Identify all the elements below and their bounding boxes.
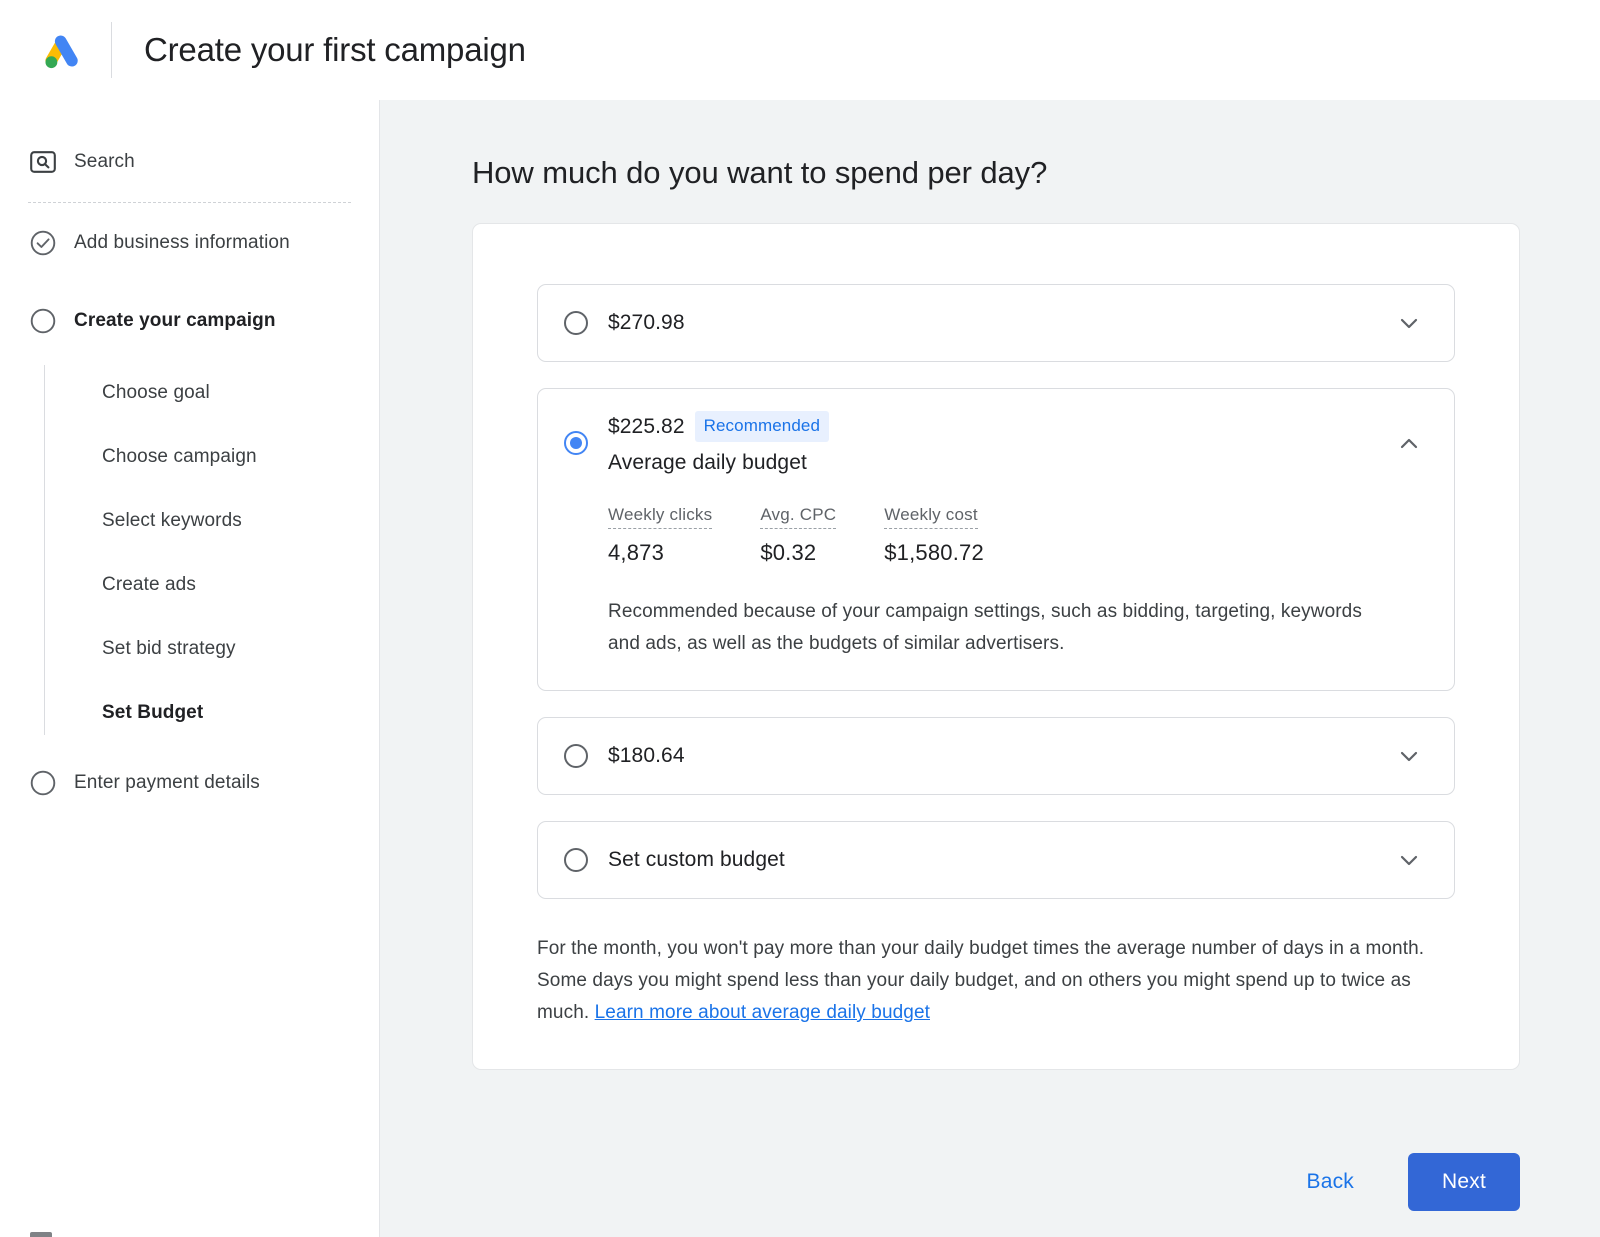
chevron-down-icon[interactable] [1392,843,1426,877]
budget-disclaimer: For the month, you won't pay more than y… [537,933,1455,1029]
stat-weekly-cost-label[interactable]: Weekly cost [884,505,978,529]
sidebar-substep-create-ads[interactable]: Create ads [44,553,379,617]
section-heading: How much do you want to spend per day? [472,155,1520,191]
sidebar-substep-choose-goal-label: Choose goal [102,382,210,404]
sidebar-divider [28,202,351,203]
budget-option-recommended-amount: $225.82 [608,415,685,439]
sidebar-substep-choose-campaign-label: Choose campaign [102,446,257,468]
budget-option-recommended-subtitle: Average daily budget [608,451,829,475]
header-divider [111,22,112,78]
budget-option-recommended-body: Weekly clicks 4,873 Avg. CPC $0.32 Weekl… [564,505,1426,690]
stat-avg-cpc-label[interactable]: Avg. CPC [760,505,836,529]
wizard-footer: Back Next [380,1127,1600,1237]
budget-option-recommended[interactable]: $225.82 Recommended Average daily budget [537,388,1455,691]
budget-option-recommended-title-row: $225.82 Recommended [608,411,829,442]
sidebar-substep-list: Choose goal Choose campaign Select keywo… [0,361,379,745]
sidebar-substep-set-bid-strategy-label: Set bid strategy [102,638,236,660]
learn-more-link[interactable]: Learn more about average daily budget [595,1002,930,1023]
back-button[interactable]: Back [1287,1156,1375,1208]
stat-weekly-clicks-value: 4,873 [608,540,712,566]
main-inner: How much do you want to spend per day? $… [380,100,1600,1070]
sidebar-nav: Search Add business information [0,100,380,1237]
budget-option-low-amount: $180.64 [608,744,685,768]
budget-options-card: $270.98 [472,223,1520,1070]
recommendation-reason: Recommended because of your campaign set… [608,596,1398,660]
stat-weekly-clicks: Weekly clicks 4,873 [608,505,712,566]
next-button[interactable]: Next [1408,1153,1520,1211]
page-body: Search Add business information [0,100,1600,1237]
sidebar-substep-choose-goal[interactable]: Choose goal [44,361,379,425]
sidebar-item-enter-payment-details[interactable]: Enter payment details [0,761,379,805]
main-content: How much do you want to spend per day? $… [380,100,1600,1237]
search-icon [28,147,58,177]
stat-weekly-clicks-label[interactable]: Weekly clicks [608,505,712,529]
chevron-down-icon[interactable] [1392,306,1426,340]
sidebar-item-create-your-campaign-label: Create your campaign [74,310,276,332]
circle-icon [28,306,58,336]
page-title: Create your first campaign [144,31,526,69]
check-circle-icon [28,228,58,258]
sidebar-substep-set-budget-label: Set Budget [102,702,203,724]
circle-icon [28,768,58,798]
stat-avg-cpc: Avg. CPC $0.32 [760,505,836,566]
budget-option-custom[interactable]: Set custom budget [537,821,1455,899]
sidebar-item-enter-payment-details-label: Enter payment details [74,772,260,794]
budget-option-high[interactable]: $270.98 [537,284,1455,362]
stat-weekly-cost-value: $1,580.72 [884,540,984,566]
chevron-up-icon[interactable] [1392,427,1426,461]
budget-option-custom-header[interactable]: Set custom budget [564,822,1426,898]
sidebar-substep-create-ads-label: Create ads [102,574,196,596]
budget-option-custom-label: Set custom budget [608,848,785,872]
sidebar-substep-select-keywords-label: Select keywords [102,510,242,532]
budget-option-low-radio[interactable] [564,744,588,768]
stat-avg-cpc-value: $0.32 [760,540,836,566]
budget-option-custom-radio[interactable] [564,848,588,872]
sidebar-item-add-business-information-label: Add business information [74,232,290,254]
sidebar-item-search-label: Search [74,151,135,173]
google-ads-logo [36,26,84,74]
sidebar-substep-choose-campaign[interactable]: Choose campaign [44,425,379,489]
sidebar-item-add-business-information[interactable]: Add business information [0,221,379,265]
recommended-badge: Recommended [695,411,829,442]
campaign-setup-page: Create your first campaign Search [0,0,1600,1237]
sidebar-substep-set-budget[interactable]: Set Budget [44,681,379,745]
budget-option-low-header[interactable]: $180.64 [564,718,1426,794]
chevron-down-icon[interactable] [1392,739,1426,773]
sidebar-substep-select-keywords[interactable]: Select keywords [44,489,379,553]
budget-option-recommended-header[interactable]: $225.82 Recommended Average daily budget [564,389,1426,475]
sidebar-substep-set-bid-strategy[interactable]: Set bid strategy [44,617,379,681]
budget-option-low[interactable]: $180.64 [537,717,1455,795]
budget-option-high-radio[interactable] [564,311,588,335]
budget-option-high-header[interactable]: $270.98 [564,285,1426,361]
budget-option-high-amount: $270.98 [608,311,685,335]
sidebar-item-create-your-campaign[interactable]: Create your campaign [0,299,379,343]
budget-option-recommended-radio[interactable] [564,431,588,455]
app-header: Create your first campaign [0,0,1600,100]
stat-weekly-cost: Weekly cost $1,580.72 [884,505,984,566]
sidebar-item-search[interactable]: Search [0,140,379,184]
sidebar-bottom-indicator [30,1232,52,1237]
budget-stats: Weekly clicks 4,873 Avg. CPC $0.32 Weekl… [608,505,1426,566]
budget-option-recommended-text: $225.82 Recommended Average daily budget [608,411,829,475]
